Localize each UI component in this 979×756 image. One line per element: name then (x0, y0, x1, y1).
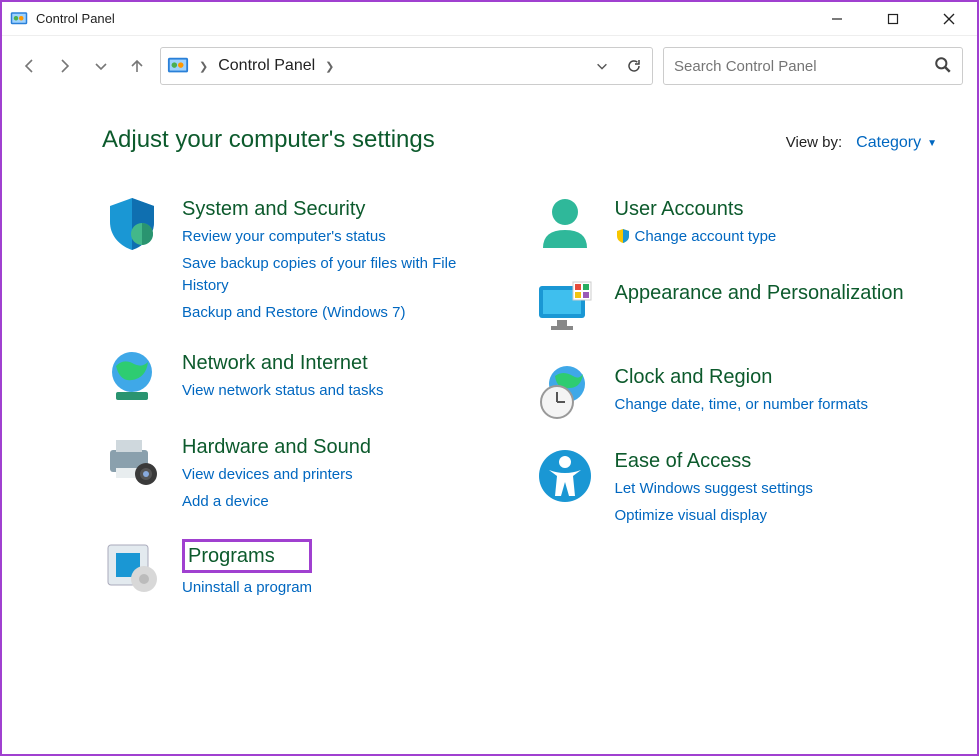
category-link[interactable]: Backup and Restore (Windows 7) (182, 302, 505, 325)
category-link[interactable]: Save backup copies of your files with Fi… (182, 253, 505, 298)
category-title[interactable]: System and Security (182, 196, 505, 222)
highlight-box: Programs (182, 539, 312, 573)
category-link[interactable]: Add a device (182, 491, 371, 514)
content-area: Adjust your computer's settings View by:… (2, 96, 977, 600)
category-title[interactable]: Appearance and Personalization (615, 280, 904, 306)
globe-icon (102, 348, 162, 408)
window-title: Control Panel (36, 11, 809, 26)
breadcrumb-item[interactable]: Control Panel (218, 57, 315, 75)
back-button[interactable] (16, 53, 42, 79)
category-ease-of-access: Ease of Access Let Windows suggest setti… (535, 446, 938, 527)
chevron-right-icon[interactable]: ❯ (323, 60, 336, 73)
category-link[interactable]: Change date, time, or number formats (615, 394, 868, 417)
history-dropdown[interactable] (88, 53, 114, 79)
shield-admin-icon (615, 228, 631, 247)
chevron-right-icon[interactable]: ❯ (197, 60, 210, 73)
category-link[interactable]: Review your computer's status (182, 226, 505, 249)
category-clock-region: Clock and Region Change date, time, or n… (535, 362, 938, 422)
category-title[interactable]: Ease of Access (615, 448, 813, 474)
right-column: User Accounts Change account type Appear… (535, 194, 938, 600)
category-hardware-sound: Hardware and Sound View devices and prin… (102, 432, 505, 513)
left-column: System and Security Review your computer… (102, 194, 505, 600)
category-link[interactable]: Change account type (635, 226, 777, 249)
viewby-label: View by: (786, 134, 842, 151)
refresh-button[interactable] (622, 54, 646, 78)
page-title: Adjust your computer's settings (102, 126, 786, 154)
category-link[interactable]: Optimize visual display (615, 505, 813, 528)
monitor-icon (535, 278, 595, 338)
printer-icon (102, 432, 162, 492)
category-title[interactable]: Programs (188, 545, 275, 567)
category-link[interactable]: View devices and printers (182, 464, 371, 487)
address-bar[interactable]: ❯ Control Panel ❯ (160, 47, 653, 85)
shield-icon (102, 194, 162, 254)
close-button[interactable] (921, 2, 977, 36)
programs-icon (102, 537, 162, 597)
forward-button[interactable] (52, 53, 78, 79)
category-title[interactable]: User Accounts (615, 196, 777, 222)
clock-icon (535, 362, 595, 422)
control-panel-icon (10, 10, 28, 28)
toolbar: ❯ Control Panel ❯ (2, 36, 977, 96)
chevron-down-icon: ▼ (927, 138, 937, 149)
address-dropdown[interactable] (590, 54, 614, 78)
maximize-button[interactable] (865, 2, 921, 36)
user-icon (535, 194, 595, 254)
category-network-internet: Network and Internet View network status… (102, 348, 505, 408)
category-link[interactable]: Let Windows suggest settings (615, 478, 813, 501)
category-link[interactable]: Uninstall a program (182, 577, 312, 600)
viewby-dropdown[interactable]: Category ▼ (856, 134, 937, 152)
titlebar: Control Panel (2, 2, 977, 36)
search-icon[interactable] (934, 56, 952, 77)
category-programs: Programs Uninstall a program (102, 537, 505, 600)
category-title[interactable]: Clock and Region (615, 364, 868, 390)
viewby-value: Category (856, 134, 921, 152)
category-system-security: System and Security Review your computer… (102, 194, 505, 324)
search-input[interactable] (674, 58, 934, 75)
category-title[interactable]: Network and Internet (182, 350, 384, 376)
up-button[interactable] (124, 53, 150, 79)
category-title[interactable]: Hardware and Sound (182, 434, 371, 460)
minimize-button[interactable] (809, 2, 865, 36)
control-panel-icon (167, 55, 189, 77)
category-appearance-personalization: Appearance and Personalization (535, 278, 938, 338)
accessibility-icon (535, 446, 595, 506)
category-user-accounts: User Accounts Change account type (535, 194, 938, 254)
search-box[interactable] (663, 47, 963, 85)
category-link[interactable]: View network status and tasks (182, 380, 384, 403)
